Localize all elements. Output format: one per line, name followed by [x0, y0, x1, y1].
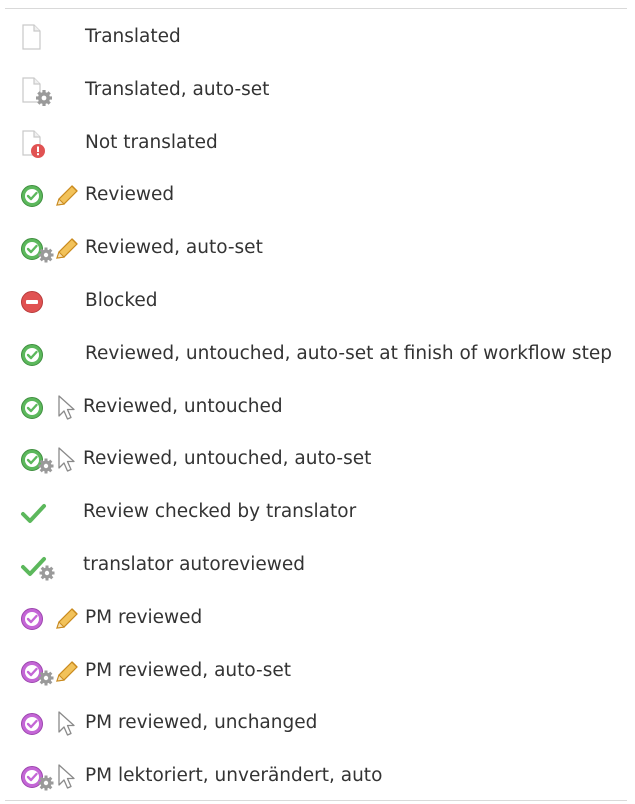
- legend-item-reviewed-untouched-auto-set: Reviewed, untouched, auto-set: [0, 434, 635, 487]
- document-gear-icon: [22, 77, 52, 106]
- cursor-arrow-icon: [58, 447, 75, 473]
- icon-group: [20, 605, 82, 635]
- green-check-circle-gear-icon: [21, 449, 54, 474]
- pencil-icon: [56, 238, 78, 259]
- document-icon: [22, 24, 41, 50]
- purple-check-circle-icon: [21, 713, 43, 736]
- icon-group: [20, 129, 82, 160]
- legend-label: Reviewed, untouched: [83, 395, 283, 417]
- legend-item-pm-reviewed: PM reviewed: [0, 593, 635, 646]
- legend-item-blocked: Blocked: [0, 276, 635, 329]
- legend-label: Reviewed, auto-set: [85, 237, 263, 259]
- legend-label: Translated: [85, 26, 181, 47]
- purple-check-circle-gear-icon: [21, 660, 54, 686]
- legend-label: PM lektoriert, unverändert, auto: [85, 765, 383, 787]
- green-checkmark-icon: [21, 504, 46, 524]
- legend-item-translator-autoreviewed: translator autoreviewed: [0, 540, 635, 593]
- purple-check-circle-icon: [21, 607, 43, 630]
- green-check-circle-icon: [21, 185, 43, 208]
- pencil-icon: [56, 607, 78, 629]
- legend-item-reviewed: Reviewed: [0, 170, 635, 223]
- icon-group: [20, 552, 82, 582]
- legend-item-not-translated: Not translated: [0, 118, 635, 171]
- legend-item-pm-reviewed-auto-set: PM reviewed, auto-set: [0, 646, 635, 699]
- legend-item-translated: Translated: [0, 12, 635, 65]
- legend-label: Blocked: [85, 289, 158, 311]
- icon-group: [20, 77, 82, 107]
- cursor-arrow-icon: [58, 764, 75, 789]
- bottom-divider: [5, 800, 627, 801]
- legend-label: Reviewed, untouched, auto-set at finish …: [85, 342, 612, 364]
- cursor-arrow-icon: [58, 711, 75, 737]
- icon-group: [20, 288, 82, 318]
- icon-group: [20, 341, 82, 371]
- legend-label: PM reviewed, auto-set: [85, 659, 291, 681]
- legend-label: Translated, auto-set: [85, 78, 270, 100]
- icon-group: [20, 658, 82, 688]
- icon-group: [20, 394, 82, 424]
- icon-group: [20, 763, 82, 793]
- legend-label: Reviewed: [85, 184, 175, 206]
- legend-item-pm-lektoriert-unveraendert-auto: PM lektoriert, unverändert, auto: [0, 751, 635, 804]
- icon-group: [20, 24, 82, 54]
- legend-label: PM reviewed: [85, 606, 203, 628]
- legend-item-reviewed-untouched: Reviewed, untouched: [0, 382, 635, 435]
- legend-item-review-checked-by-translator: Review checked by translator: [0, 487, 635, 540]
- legend-item-translated-auto-set: Translated, auto-set: [0, 65, 635, 118]
- legend-item-reviewed-untouched-auto-set-finish: Reviewed, untouched, auto-set at finish …: [0, 329, 635, 382]
- legend-item-reviewed-auto-set: Reviewed, auto-set: [0, 223, 635, 276]
- document-warning-icon: [22, 129, 45, 158]
- legend-label: Reviewed, untouched, auto-set: [83, 448, 372, 470]
- legend-label: translator autoreviewed: [83, 553, 306, 575]
- icon-group: [20, 446, 82, 476]
- pencil-icon: [56, 660, 78, 682]
- purple-check-circle-gear-icon: [21, 766, 54, 791]
- pencil-icon: [56, 185, 78, 207]
- status-legend: Translated Translated, auto-set Not tran…: [0, 12, 635, 804]
- legend-item-pm-reviewed-unchanged: PM reviewed, unchanged: [0, 698, 635, 751]
- red-minus-circle-icon: [21, 290, 43, 313]
- icon-group: [20, 182, 82, 212]
- icon-group: [20, 710, 82, 740]
- legend-label: Review checked by translator: [83, 501, 357, 523]
- icon-group: [20, 499, 82, 529]
- top-divider: [5, 8, 627, 9]
- green-check-circle-icon: [21, 396, 43, 419]
- legend-label: Not translated: [85, 131, 218, 153]
- icon-group: [20, 235, 82, 265]
- green-check-circle-icon: [21, 343, 43, 366]
- green-check-circle-gear-icon: [21, 238, 54, 263]
- green-checkmark-gear-icon: [21, 556, 55, 581]
- legend-label: PM reviewed, unchanged: [85, 712, 318, 734]
- cursor-arrow-icon: [58, 394, 75, 420]
